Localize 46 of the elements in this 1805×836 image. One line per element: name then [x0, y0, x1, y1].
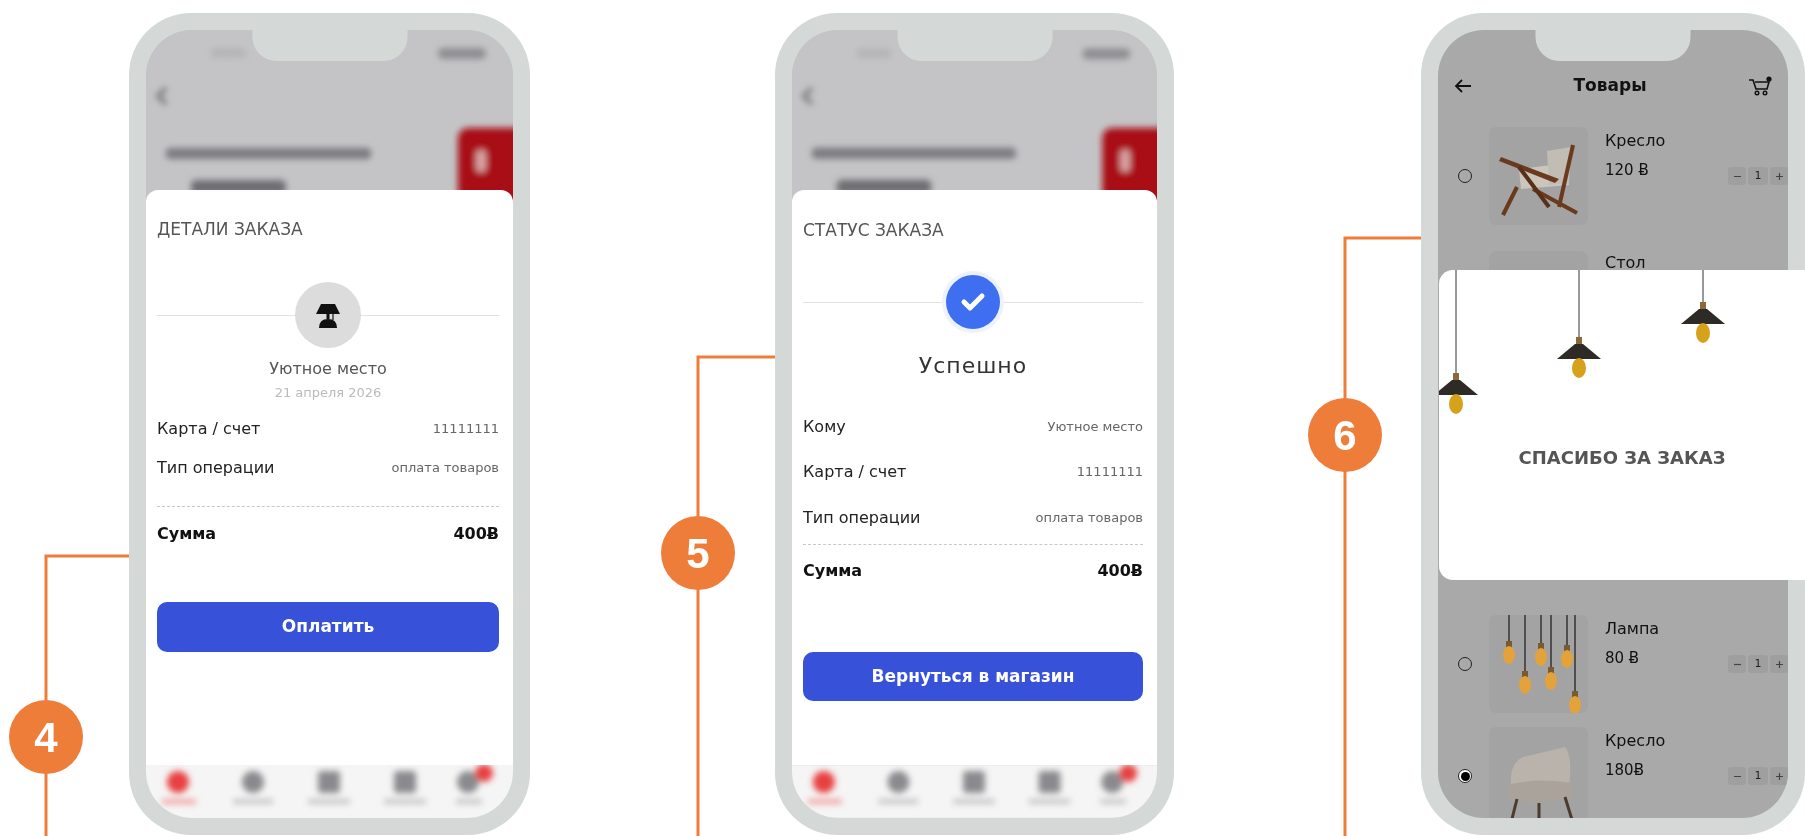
check-icon [942, 271, 1004, 333]
detail-value: оплата товаров [391, 459, 499, 478]
step-badge: 5 [661, 516, 735, 590]
detail-label: Тип операции [157, 457, 275, 479]
screen-title: Товары [1573, 74, 1647, 98]
total-value: 400Ƀ [1097, 560, 1143, 582]
quantity-value: 1 [1748, 167, 1768, 185]
product-price: 180Ƀ [1605, 761, 1645, 780]
step-badge: 6 [1308, 398, 1382, 472]
status-text: Успешно [917, 352, 1029, 380]
increase-button[interactable] [1770, 767, 1788, 785]
detail-value: 11111111 [432, 420, 499, 439]
product-price: 80 Ƀ [1605, 649, 1641, 668]
plus-icon [1775, 172, 1783, 180]
increase-button[interactable] [1770, 655, 1788, 673]
order-date: 21 апреля 2026 [273, 384, 383, 401]
product-name: Стол [1605, 253, 1647, 273]
total-label: Сумма [157, 523, 217, 545]
sheet-title: ДЕТАЛИ ЗАКАЗА [157, 218, 304, 241]
merchant-name: Уютное место [268, 358, 388, 380]
detail-value: Уютное место [1047, 418, 1143, 437]
return-button[interactable]: Вернуться в магазин [803, 652, 1143, 701]
detail-label: Карта / счет [803, 461, 907, 483]
back-arrow-icon[interactable] [1454, 79, 1472, 93]
pay-button[interactable]: Оплатить [157, 602, 499, 652]
plus-icon [1775, 660, 1783, 668]
product-name: Кресло [1605, 131, 1667, 151]
increase-button[interactable] [1770, 167, 1788, 185]
detail-label: Кому [803, 416, 846, 438]
radio-button[interactable] [1458, 769, 1472, 783]
plus-icon [1775, 772, 1783, 780]
product-price: 120 Ƀ [1605, 161, 1650, 180]
product-name: Кресло [1605, 731, 1667, 751]
total-value: 400Ƀ [453, 523, 499, 545]
dialog-message: СПАСИБО ЗА ЗАКАЗ [1518, 446, 1726, 470]
total-label: Сумма [803, 560, 863, 582]
product-name: Лампа [1605, 619, 1661, 639]
detail-label: Карта / счет [157, 418, 261, 440]
sheet-title: СТАТУС ЗАКАЗА [803, 219, 945, 242]
detail-label: Тип операции [803, 507, 921, 529]
quantity-value: 1 [1748, 655, 1768, 673]
detail-value: 11111111 [1076, 463, 1143, 482]
quantity-value: 1 [1748, 767, 1768, 785]
detail-value: оплата товаров [1035, 509, 1143, 528]
cart-icon[interactable] [1748, 76, 1772, 96]
step-badge: 4 [9, 700, 83, 774]
